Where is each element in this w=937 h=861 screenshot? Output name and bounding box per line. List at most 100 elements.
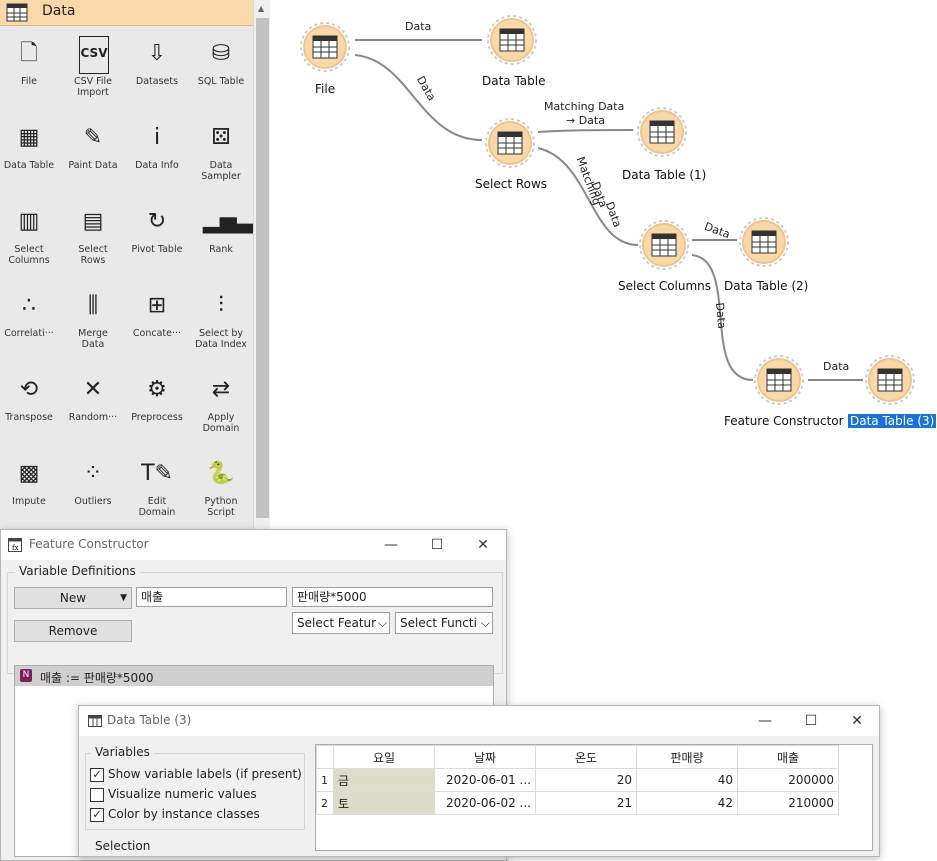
node-label[interactable]: Feature Constructor — [724, 414, 844, 428]
toolbox-widget-preprocess[interactable]: ⚙ Preprocess — [125, 364, 189, 448]
node-data-table-3[interactable] — [864, 354, 916, 406]
show-labels-checkbox[interactable]: ✓ — [90, 768, 104, 782]
select-function-label: Select Functi — [400, 616, 477, 630]
workflow-canvas[interactable]: File Data Table Select Rows Data Table (1) S… — [270, 0, 937, 530]
window-titlebar[interactable]: Data Table (3) — ☐ ✕ — [79, 706, 879, 736]
table-row[interactable]: 1 금 2020-06-01 ... 20 40 200000 — [316, 768, 839, 792]
column-header[interactable]: 온도 — [535, 745, 637, 769]
scrollbar-thumb[interactable] — [256, 18, 269, 518]
node-data-table-2[interactable] — [738, 216, 790, 268]
table-cell: 200000 — [737, 768, 839, 792]
column-header[interactable]: 날짜 — [434, 745, 536, 769]
toolbox-widget-sampler[interactable]: ⚄ Data Sampler — [189, 112, 253, 196]
toolbox-widget-correlations[interactable]: ∴ Correlati··· — [0, 280, 61, 364]
node-label[interactable]: File — [315, 82, 335, 96]
window-titlebar[interactable]: fx Feature Constructor — ☐ ✕ — [1, 530, 506, 560]
pivot-icon: ↻ — [147, 209, 167, 234]
chevron-down-icon: ⌵ — [480, 616, 490, 630]
expression-input[interactable]: 판매량*5000 — [292, 587, 493, 607]
apply-domain-icon: ⇄ — [211, 377, 231, 402]
toolbox-widget-info[interactable]: i Data Info — [125, 112, 189, 196]
variable-name-input[interactable]: 매출 — [136, 587, 287, 607]
node-select-rows[interactable] — [484, 117, 536, 169]
visualize-values-checkbox[interactable] — [90, 788, 104, 802]
datasets-icon: ⇩ — [147, 41, 167, 66]
node-label[interactable]: Data Table (2) — [724, 279, 808, 293]
close-icon[interactable]: ✕ — [847, 711, 867, 731]
table-cell: 21 — [535, 791, 637, 815]
table-cell: 금 — [333, 768, 435, 792]
toolbox-widget-label: Impute — [12, 496, 46, 507]
toolbox-widget-database[interactable]: ⛁ SQL Table — [189, 28, 253, 112]
toolbox-category-label: Data — [42, 3, 76, 19]
toolbox-widget-paint[interactable]: ✎ Paint Data — [61, 112, 125, 196]
toolbox-widget-randomize[interactable]: ✕ Random··· — [61, 364, 125, 448]
select-feature-dropdown[interactable]: Select Featur ⌵ — [292, 612, 390, 634]
corner-cell[interactable] — [316, 745, 334, 769]
toolbox-widget-outliers[interactable]: ⁘ Outliers — [61, 448, 125, 532]
table-cell: 40 — [636, 768, 738, 792]
table-cell: 42 — [636, 791, 738, 815]
node-data-table[interactable] — [486, 14, 538, 66]
toolbox-widget-apply-domain[interactable]: ⇄ Apply Domain — [189, 364, 253, 448]
toolbox-widget-csv[interactable]: CSV CSV File Import — [61, 28, 125, 112]
table-icon — [486, 14, 487, 15]
toolbox-widget-datasets[interactable]: ⇩ Datasets — [125, 28, 189, 112]
toolbox-widget-label: Merge Data — [78, 328, 108, 350]
toolbox-widget-select-columns[interactable]: ▥ Select Columns — [0, 196, 61, 280]
toolbox-widget-concatenate[interactable]: ⊞ Concate··· — [125, 280, 189, 364]
toolbox-widget-python[interactable]: 🐍 Python Script — [189, 448, 253, 532]
new-variable-button[interactable]: New ▼ — [14, 587, 132, 609]
select-function-dropdown[interactable]: Select Functi ⌵ — [395, 612, 493, 634]
table-row[interactable]: 2 토 2020-06-02 ... 21 42 210000 — [316, 791, 839, 815]
node-data-table-1[interactable] — [636, 106, 688, 158]
toolbox-widget-label: Select Rows — [78, 244, 108, 266]
node-file[interactable] — [299, 21, 351, 73]
remove-button[interactable]: Remove — [14, 620, 132, 642]
list-item[interactable]: N 매출 := 판매량*5000 — [15, 666, 493, 686]
toolbox-widget-pivot[interactable]: ↻ Pivot Table — [125, 196, 189, 280]
link-file-selectrows — [354, 54, 483, 141]
toolbox-widget-merge[interactable]: ⫼ Merge Data — [61, 280, 125, 364]
outliers-icon: ⁘ — [83, 461, 103, 486]
checkbox-label: Visualize numeric values — [108, 787, 257, 801]
transpose-icon: ⟲ — [19, 377, 39, 402]
toolbox-widget-impute[interactable]: ▩ Impute — [0, 448, 61, 532]
table-cell: 토 — [333, 791, 435, 815]
toolbox-widget-select-by-index[interactable]: ⫶ Select by Data Index — [189, 280, 253, 364]
node-feature-constructor[interactable] — [753, 354, 805, 406]
toolbox-widget-select-rows[interactable]: ▤ Select Rows — [61, 196, 125, 280]
link-label: Data — [713, 302, 729, 330]
toolbox-widget-edit-domain[interactable]: T✎ Edit Domain — [125, 448, 189, 532]
toolbox-widget-table[interactable]: ▦ Data Table — [0, 112, 61, 196]
column-header[interactable]: 요일 — [333, 745, 435, 769]
close-icon[interactable]: ✕ — [473, 535, 493, 555]
table-cell: 20 — [535, 768, 637, 792]
color-by-class-checkbox[interactable]: ✓ — [90, 808, 104, 822]
minimize-icon[interactable]: — — [755, 711, 775, 731]
csv-icon: CSV — [79, 36, 109, 74]
data-grid[interactable]: 요일 날짜 온도 판매량 매출 1 금 2020-06-01 ... 20 40… — [315, 744, 873, 851]
node-select-columns[interactable] — [638, 219, 690, 271]
node-label[interactable]: Data Table (3) — [848, 414, 937, 428]
column-header[interactable]: 매출 — [737, 745, 839, 769]
column-header[interactable]: 판매량 — [636, 745, 738, 769]
link-label: Matching Data — [544, 100, 625, 113]
file-icon: 🗋 — [20, 41, 38, 66]
node-label[interactable]: Select Rows — [475, 177, 547, 191]
window-title: Feature Constructor — [29, 537, 149, 551]
maximize-icon[interactable]: ☐ — [801, 711, 821, 731]
toolbox-widget-file[interactable]: 🗋 File — [0, 28, 61, 112]
toolbox-widget-rank[interactable]: ▂▅▃ Rank — [189, 196, 254, 280]
maximize-icon[interactable]: ☐ — [427, 535, 447, 555]
scroll-up-icon[interactable]: ▲ — [258, 4, 264, 13]
toolbox-widget-label: File — [21, 76, 37, 87]
minimize-icon[interactable]: — — [381, 535, 401, 555]
node-label[interactable]: Data Table (1) — [622, 168, 706, 182]
node-label[interactable]: Data Table — [482, 74, 546, 88]
paint-icon: ✎ — [83, 125, 103, 150]
node-label[interactable]: Select Columns — [618, 279, 711, 293]
toolbox-category-header[interactable]: Data — [0, 0, 253, 26]
toolbox-widget-transpose[interactable]: ⟲ Transpose — [0, 364, 61, 448]
concatenate-icon: ⊞ — [147, 293, 167, 318]
